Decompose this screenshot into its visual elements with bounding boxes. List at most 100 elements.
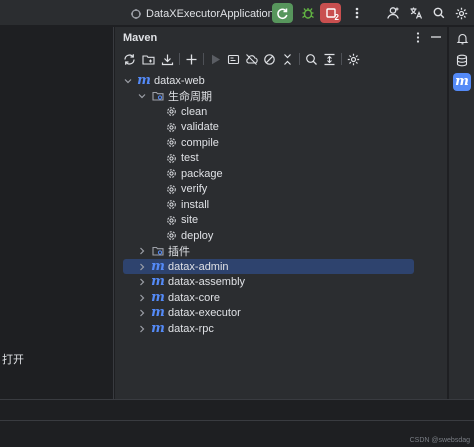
tree-node-label: package bbox=[181, 167, 223, 180]
tree-node-label: datax-assembly bbox=[168, 276, 246, 288]
execute-goal-button[interactable] bbox=[225, 51, 241, 67]
lifecycle-goal-compile[interactable]: compile bbox=[165, 135, 219, 150]
run-maven-build-button[interactable] bbox=[207, 51, 223, 67]
plus-icon bbox=[186, 54, 196, 64]
editor-text: 打开 bbox=[2, 354, 24, 366]
settings-icon bbox=[455, 7, 468, 19]
panel-options-button[interactable] bbox=[412, 29, 424, 45]
tree-node-module[interactable]: m datax-executor bbox=[137, 306, 241, 321]
analyze-dependencies-button[interactable] bbox=[303, 51, 319, 67]
tree-node-module[interactable]: m datax-assembly bbox=[137, 275, 245, 290]
status-separator bbox=[0, 420, 474, 421]
chevron-right-icon[interactable] bbox=[137, 293, 147, 303]
gear-icon bbox=[165, 168, 177, 180]
maven-module-icon: m bbox=[151, 320, 165, 336]
editor-area: 打开 bbox=[0, 27, 114, 399]
toolbar-separator bbox=[341, 53, 342, 65]
tree-node-lifecycle[interactable]: 生命周期 bbox=[137, 89, 212, 104]
gear-icon bbox=[165, 230, 177, 242]
tree-node-module[interactable]: m datax-rpc bbox=[137, 321, 214, 336]
debug-button[interactable] bbox=[297, 3, 318, 23]
lifecycle-goal-install[interactable]: install bbox=[165, 197, 209, 212]
lifecycle-goal-site[interactable]: site bbox=[165, 213, 198, 228]
chevron-right-icon[interactable] bbox=[137, 262, 147, 272]
lifecycle-goal-deploy[interactable]: deploy bbox=[165, 228, 213, 243]
hide-panel-button[interactable] bbox=[429, 29, 443, 45]
chevron-right-icon[interactable] bbox=[137, 324, 147, 334]
maven-settings-button[interactable] bbox=[345, 51, 361, 67]
lifecycle-folder-icon bbox=[152, 90, 164, 102]
chevron-right-icon[interactable] bbox=[137, 246, 147, 256]
lifecycle-goal-test[interactable]: test bbox=[165, 151, 199, 166]
settings-icon bbox=[347, 53, 359, 65]
maven-module-icon: m bbox=[137, 72, 151, 88]
rerun-button[interactable] bbox=[272, 3, 293, 23]
account-button[interactable] bbox=[382, 3, 403, 23]
watermark: CSDN @swebsdag bbox=[409, 437, 470, 444]
tree-node-label: validate bbox=[181, 121, 219, 133]
minimize-icon bbox=[431, 36, 441, 38]
show-diagram-icon bbox=[324, 53, 334, 65]
tree-node-label: 插件 bbox=[168, 246, 190, 258]
maven-panel-header: Maven bbox=[115, 27, 447, 47]
database-icon bbox=[456, 54, 468, 66]
add-folder-icon bbox=[141, 54, 155, 65]
tree-node-label: datax-core bbox=[168, 291, 220, 304]
debug-icon bbox=[301, 8, 314, 19]
chevron-down-icon[interactable] bbox=[137, 91, 147, 101]
notifications-icon bbox=[456, 33, 468, 44]
search-everywhere-button[interactable] bbox=[428, 3, 449, 23]
tree-node-plugins[interactable]: 插件 bbox=[137, 244, 190, 259]
gear-icon bbox=[165, 121, 177, 133]
database-button[interactable] bbox=[453, 51, 471, 69]
generate-sources-button[interactable] bbox=[140, 51, 156, 67]
right-tool-strip: m bbox=[448, 27, 474, 399]
run-config-label: DataXExecutorApplication bbox=[146, 8, 274, 20]
tree-node-module[interactable]: m datax-admin bbox=[137, 259, 229, 274]
maven-tool-button[interactable]: m bbox=[453, 73, 471, 91]
add-maven-project-button[interactable] bbox=[183, 51, 199, 67]
run-configuration-selector[interactable]: DataXExecutorApplication bbox=[130, 6, 286, 22]
gear-icon bbox=[165, 183, 177, 195]
gear-icon bbox=[165, 214, 177, 226]
show-dependencies-button[interactable] bbox=[321, 51, 337, 67]
tree-node-module[interactable]: m datax-core bbox=[137, 290, 220, 305]
search-icon bbox=[433, 7, 444, 19]
tree-node-label: install bbox=[181, 198, 210, 211]
more-vertical-icon bbox=[355, 7, 358, 19]
ide-settings-button[interactable] bbox=[451, 3, 472, 23]
translate-button[interactable] bbox=[405, 3, 426, 23]
reload-projects-button[interactable] bbox=[121, 51, 137, 67]
stop-count-badge: 2 bbox=[334, 13, 339, 22]
chevron-right-icon[interactable] bbox=[137, 308, 147, 318]
lifecycle-goal-verify[interactable]: verify bbox=[165, 182, 207, 197]
collapse-icon bbox=[283, 53, 291, 65]
execute-goal-icon bbox=[227, 54, 239, 64]
tree-node-root[interactable]: m datax-web bbox=[123, 73, 205, 88]
collapse-all-button[interactable] bbox=[279, 51, 295, 67]
tree-node-label: datax-rpc bbox=[168, 322, 214, 335]
download-sources-button[interactable] bbox=[159, 51, 175, 67]
toggle-skip-tests-button[interactable] bbox=[261, 51, 277, 67]
reload-icon bbox=[123, 53, 135, 65]
chevron-right-icon[interactable] bbox=[137, 277, 147, 287]
notifications-button[interactable] bbox=[453, 29, 471, 47]
chevron-down-icon[interactable] bbox=[123, 76, 133, 86]
lifecycle-goal-clean[interactable]: clean bbox=[165, 104, 207, 119]
toggle-offline-mode-button[interactable] bbox=[243, 51, 259, 67]
skip-tests-icon bbox=[263, 53, 275, 65]
tree-node-label: compile bbox=[181, 136, 219, 149]
maven-toolbar bbox=[115, 49, 447, 69]
maven-tool-window: Maven m datax-web 生命周期 clean validate co… bbox=[115, 27, 447, 399]
maven-module-icon: m bbox=[151, 258, 165, 274]
more-actions-button[interactable] bbox=[346, 3, 367, 23]
lifecycle-goal-validate[interactable]: validate bbox=[165, 120, 219, 135]
gear-icon bbox=[165, 106, 177, 118]
lifecycle-goal-package[interactable]: package bbox=[165, 166, 223, 181]
user-icon bbox=[386, 7, 399, 19]
bottom-panel: CSDN @swebsdag bbox=[0, 400, 474, 447]
maven-module-icon: m bbox=[151, 274, 165, 289]
tree-node-label: datax-executor bbox=[168, 307, 241, 319]
gear-icon bbox=[165, 199, 177, 211]
stop-button[interactable]: 2 bbox=[320, 3, 341, 23]
